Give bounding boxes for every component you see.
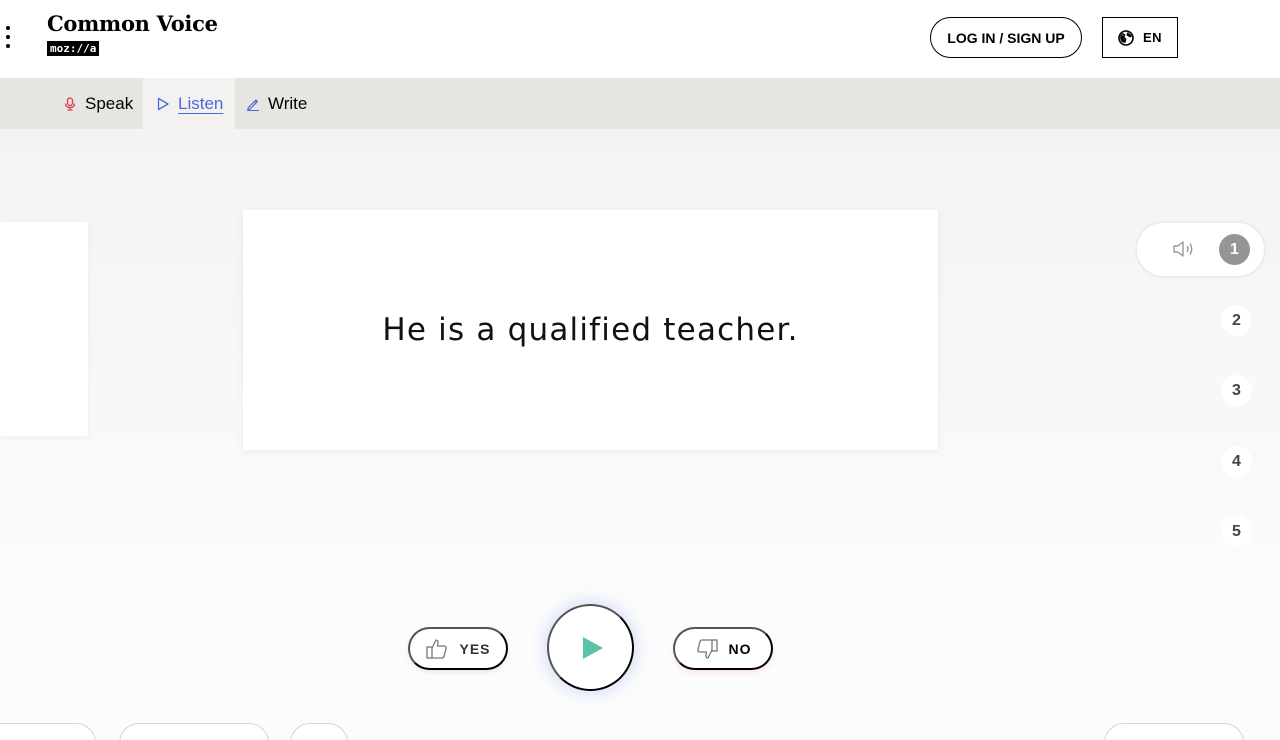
- bottom-action-button-2[interactable]: [119, 723, 269, 740]
- previous-clip-card[interactable]: [0, 222, 88, 436]
- login-signup-button[interactable]: LOG IN / SIGN UP: [930, 17, 1082, 58]
- play-outline-icon: [157, 97, 169, 110]
- speaker-icon: [1173, 241, 1193, 257]
- language-selector-button[interactable]: EN: [1102, 17, 1178, 58]
- progress-step-3: 3: [1221, 375, 1252, 406]
- microphone-icon: [64, 96, 76, 111]
- bottom-action-button-4[interactable]: [1104, 723, 1244, 740]
- progress-step-4: 4: [1221, 446, 1252, 477]
- progress-step-5: 5: [1221, 516, 1252, 547]
- language-code: EN: [1142, 30, 1163, 45]
- nav-listen-label: Listen: [178, 93, 224, 113]
- no-label: NO: [728, 640, 752, 657]
- bottom-action-button-3[interactable]: [290, 723, 348, 740]
- progress-step-2: 2: [1221, 305, 1252, 336]
- sentence-card: He is a qualified teacher.: [243, 210, 938, 450]
- nav-listen[interactable]: Listen: [143, 78, 235, 129]
- yes-button[interactable]: YES: [408, 627, 508, 670]
- thumbs-down-icon: [696, 638, 718, 659]
- nav-write-label: Write: [268, 93, 308, 113]
- mozilla-logo[interactable]: moz://a: [47, 41, 100, 56]
- globe-icon: [1118, 29, 1134, 46]
- play-icon: [582, 636, 603, 659]
- pencil-icon: [247, 98, 259, 111]
- nav-write[interactable]: Write: [246, 78, 307, 129]
- thumbs-up-icon: [426, 638, 448, 659]
- no-button[interactable]: NO: [673, 627, 773, 670]
- nav-speak-label: Speak: [85, 93, 134, 113]
- progress-step-1: 1: [1219, 234, 1250, 265]
- kebab-menu-icon[interactable]: [5, 26, 11, 48]
- play-button[interactable]: [547, 604, 634, 691]
- bottom-action-button-1[interactable]: [0, 723, 96, 740]
- brand-title[interactable]: Common Voice: [47, 11, 218, 36]
- yes-label: YES: [459, 640, 491, 657]
- nav-speak[interactable]: Speak: [63, 78, 133, 129]
- site-header: Common Voice moz://a LOG IN / SIGN UP EN: [0, 0, 1280, 78]
- contribute-nav: Speak Listen Write: [0, 78, 1280, 129]
- sentence-text: He is a qualified teacher.: [382, 312, 799, 348]
